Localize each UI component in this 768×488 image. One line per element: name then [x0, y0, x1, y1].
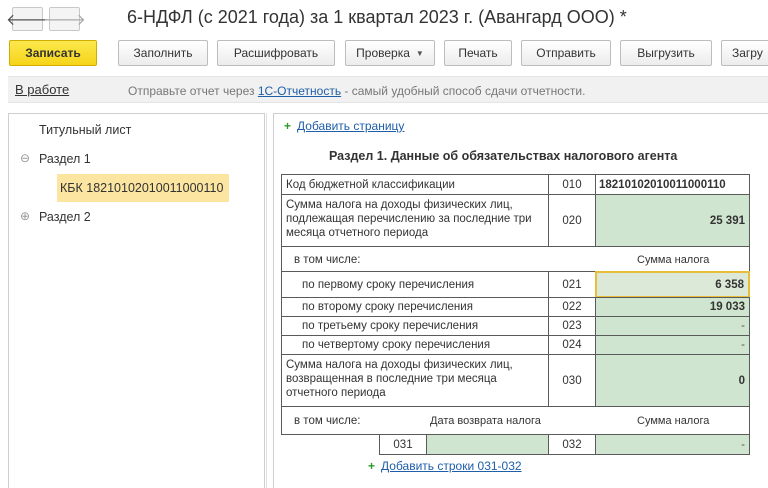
r020-value[interactable]: 25 391 — [595, 194, 750, 247]
info-message: Отправьте отчет через 1С-Отчетность - са… — [128, 84, 585, 98]
panel-splitter[interactable] — [266, 113, 271, 488]
tax-sum-header: Сумма налога — [637, 254, 710, 266]
add-rows-link[interactable]: + Добавить строки 031-032 — [368, 459, 522, 473]
info-bar: В работе Отправьте отчет через 1С-Отчетн… — [8, 76, 768, 103]
title-bar: 🡐 🡒 6-НДФЛ (с 2021 года) за 1 квартал 20… — [0, 0, 768, 38]
check-button-label: Проверка — [356, 46, 410, 60]
r022-label: по второму сроку перечисления — [281, 297, 549, 317]
r024-label: по четвертому сроку перечисления — [281, 335, 549, 355]
r021-code: 021 — [548, 271, 596, 298]
info-message-after: - самый удобный способ сдачи отчетности. — [341, 84, 586, 98]
fill-button[interactable]: Заполнить — [118, 40, 208, 66]
r031-value[interactable] — [426, 434, 549, 455]
incl2-header-row: в том числе: Дата возврата налога Сумма … — [281, 406, 750, 435]
r032-code: 032 — [548, 434, 596, 455]
incl2-label: в том числе: — [294, 415, 361, 427]
section-title: Раздел 1. Данные об обязательствах налог… — [329, 149, 678, 163]
kbk-value[interactable]: 18210102010011000110 — [595, 174, 750, 195]
chevron-down-icon: ▼ — [415, 48, 424, 58]
r032-value[interactable]: - — [595, 434, 750, 455]
r020-label: Сумма налога на доходы физических лиц, п… — [281, 194, 549, 247]
load-button[interactable]: Загру — [721, 40, 768, 66]
tree-item-title-page[interactable]: Титульный лист — [39, 123, 131, 137]
print-button[interactable]: Печать — [444, 40, 512, 66]
plus-icon: + — [368, 459, 376, 473]
collapse-icon[interactable]: ⊖ — [20, 151, 30, 165]
r022-value[interactable]: 19 033 — [595, 297, 750, 317]
expand-icon[interactable]: ⊕ — [20, 209, 30, 223]
back-button[interactable]: 🡐 — [6, 7, 49, 31]
decode-button[interactable]: Расшифровать — [217, 40, 335, 66]
export-button[interactable]: Выгрузить — [620, 40, 712, 66]
add-page-label: Добавить страницу — [297, 119, 405, 133]
info-message-before: Отправьте отчет через — [128, 84, 258, 98]
tree-item-section1[interactable]: Раздел 1 — [39, 152, 91, 166]
arrow-right-icon: 🡒 — [43, 11, 86, 29]
status-link[interactable]: В работе — [15, 82, 69, 97]
r024-code: 024 — [548, 335, 596, 355]
r024-value[interactable]: - — [595, 335, 750, 355]
r030-label: Сумма налога на доходы физических лиц, в… — [281, 354, 549, 407]
report-form: + Добавить страницу Раздел 1. Данные об о… — [273, 113, 768, 488]
send-button[interactable]: Отправить — [521, 40, 611, 66]
r030-code: 030 — [548, 354, 596, 407]
kbk-code: 010 — [548, 174, 596, 195]
r023-value[interactable]: - — [595, 316, 750, 336]
return-date-header: Дата возврата налога — [430, 415, 541, 427]
toolbar: Записать Заполнить Расшифровать Проверка… — [0, 40, 768, 66]
add-page-link[interactable]: + Добавить страницу — [284, 119, 404, 133]
r023-label: по третьему сроку перечисления — [281, 316, 549, 336]
plus-icon: + — [284, 119, 292, 133]
r030-value[interactable]: 0 — [595, 354, 750, 407]
tax-sum-header-2: Сумма налога — [637, 415, 710, 427]
r031-code: 031 — [379, 434, 427, 455]
r021-label: по первому сроку перечисления — [281, 271, 549, 298]
save-button[interactable]: Записать — [9, 40, 97, 66]
check-dropdown-button[interactable]: Проверка ▼ — [345, 40, 435, 66]
incl-label: в том числе: — [294, 254, 361, 266]
r023-code: 023 — [548, 316, 596, 336]
tree-item-kbk[interactable]: КБК 18210102010011000110 — [57, 174, 229, 202]
tree-item-section2[interactable]: Раздел 2 — [39, 210, 91, 224]
reporting-link[interactable]: 1С-Отчетность — [258, 84, 341, 98]
add-rows-label: Добавить строки 031-032 — [381, 459, 522, 473]
sections-tree: Титульный лист ⊖ Раздел 1 КБК 1821010201… — [8, 113, 265, 488]
forward-button[interactable]: 🡒 — [43, 7, 86, 31]
r021-value[interactable]: 6 358 — [595, 271, 750, 298]
incl-header-row: в том числе: Сумма налога — [281, 246, 750, 272]
r022-code: 022 — [548, 297, 596, 317]
kbk-label: Код бюджетной классификации — [281, 174, 549, 195]
window-title: 6-НДФЛ (с 2021 года) за 1 квартал 2023 г… — [127, 7, 627, 27]
r020-code: 020 — [548, 194, 596, 247]
